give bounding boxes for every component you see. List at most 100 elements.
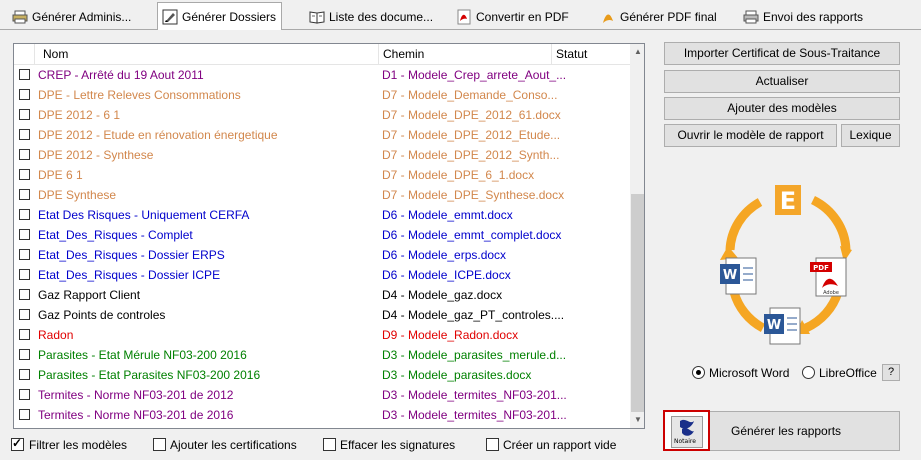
list-item[interactable]: Gaz Rapport Client D4 - Modele_gaz.docx bbox=[14, 285, 630, 305]
column-header-name[interactable]: Nom bbox=[43, 47, 68, 61]
list-item[interactable]: Termites - Norme NF03-201 de 2012 D3 - Mo… bbox=[14, 385, 630, 405]
list-item[interactable]: Parasites - Etat Parasites NF03-200 2016… bbox=[14, 365, 630, 385]
row-name: DPE 2012 - Etude en rénovation énergetiq… bbox=[38, 128, 278, 142]
lexicon-button[interactable]: Lexique bbox=[841, 124, 900, 147]
notaire-logo[interactable]: Notaire bbox=[663, 410, 710, 451]
empty-report-label[interactable]: Créer un rapport vide bbox=[503, 438, 616, 452]
row-checkbox[interactable] bbox=[19, 189, 30, 200]
row-path: D3 - Modele_parasites_merule.d... bbox=[382, 348, 567, 362]
tab-label: Envoi des rapports bbox=[763, 9, 864, 24]
list-item[interactable]: DPE - Lettre Releves Consommations D7 - M… bbox=[14, 85, 630, 105]
row-path: D6 - Modele_emmt.docx bbox=[382, 208, 513, 222]
row-name: Etat Des Risques - Uniquement CERFA bbox=[38, 208, 250, 222]
office-conversion-graphic: E W PDF Adobe W bbox=[718, 180, 858, 350]
row-checkbox[interactable] bbox=[19, 89, 30, 100]
add-certifications-checkbox[interactable] bbox=[153, 438, 166, 451]
list-item[interactable]: Radon D9 - Modele_Radon.docx bbox=[14, 325, 630, 345]
row-path: D3 - Modele_termites_NF03-201... bbox=[382, 388, 567, 402]
row-checkbox[interactable] bbox=[19, 309, 30, 320]
row-checkbox[interactable] bbox=[19, 349, 30, 360]
row-checkbox[interactable] bbox=[19, 249, 30, 260]
libreoffice-radio[interactable] bbox=[802, 366, 815, 379]
row-name: Parasites - Etat Parasites NF03-200 2016 bbox=[38, 368, 261, 382]
row-name: Gaz Rapport Client bbox=[38, 288, 141, 302]
libreoffice-label[interactable]: LibreOffice bbox=[819, 366, 877, 380]
row-checkbox[interactable] bbox=[19, 149, 30, 160]
list-item[interactable]: Parasites - Etat Mérule NF03-200 2016 D3 … bbox=[14, 345, 630, 365]
row-path: D6 - Modele_erps.docx bbox=[382, 248, 507, 262]
column-separator[interactable] bbox=[551, 44, 552, 64]
row-checkbox[interactable] bbox=[19, 329, 30, 340]
vertical-scrollbar[interactable]: ▲ ▼ bbox=[630, 44, 644, 428]
row-checkbox[interactable] bbox=[19, 109, 30, 120]
row-checkbox[interactable] bbox=[19, 69, 30, 80]
list-item[interactable]: DPE 2012 - Synthese D7 - Modele_DPE_2012_… bbox=[14, 145, 630, 165]
tab-label: Liste des docume... bbox=[329, 9, 434, 24]
pdf-document-icon: PDF Adobe bbox=[810, 257, 847, 297]
list-item[interactable]: Etat Des Risques - Uniquement CERFA D6 - … bbox=[14, 205, 630, 225]
list-item[interactable]: Termites - Norme NF03-201 de 2016 D3 - Mo… bbox=[14, 405, 630, 425]
filter-models-label[interactable]: Filtrer les modèles bbox=[29, 438, 127, 452]
list-item[interactable]: Gaz Points de controles D4 - Modele_gaz_P… bbox=[14, 305, 630, 325]
row-path: D9 - Modele_Radon.docx bbox=[382, 328, 519, 342]
list-item[interactable]: CREP - Arrêté du 19 Aout 2011 D1 - Modele… bbox=[14, 65, 630, 85]
row-name: DPE Synthese bbox=[38, 188, 117, 202]
row-checkbox[interactable] bbox=[19, 389, 30, 400]
tab-envoi-rapports[interactable]: Envoi des rapports bbox=[739, 5, 879, 28]
scroll-thumb[interactable] bbox=[631, 194, 644, 412]
row-checkbox[interactable] bbox=[19, 209, 30, 220]
add-models-button[interactable]: Ajouter des modèles bbox=[664, 97, 900, 120]
filter-models-checkbox[interactable] bbox=[11, 436, 24, 451]
tab-generer-dossiers[interactable]: Générer Dossiers bbox=[157, 2, 282, 30]
row-name: Radon bbox=[38, 328, 74, 342]
word-document-icon: W bbox=[764, 307, 801, 345]
column-separator bbox=[34, 44, 35, 64]
list-item[interactable]: DPE 2012 - 6 1 D7 - Modele_DPE_2012_61.do… bbox=[14, 105, 630, 125]
scroll-down-arrow-icon[interactable]: ▼ bbox=[630, 412, 644, 428]
row-path: D7 - Modele_Demande_Conso... bbox=[382, 88, 558, 102]
help-button[interactable]: ? bbox=[882, 364, 900, 381]
row-checkbox[interactable] bbox=[19, 269, 30, 280]
open-model-button[interactable]: Ouvrir le modèle de rapport bbox=[664, 124, 837, 147]
clear-signatures-checkbox[interactable] bbox=[323, 438, 336, 451]
row-checkbox[interactable] bbox=[19, 409, 30, 420]
pdf-final-icon bbox=[600, 9, 616, 25]
empty-report-checkbox[interactable] bbox=[486, 438, 499, 451]
column-separator[interactable] bbox=[378, 44, 379, 64]
refresh-button[interactable]: Actualiser bbox=[664, 70, 900, 93]
list-item[interactable]: DPE 6 1 D7 - Modele_DPE_6_1.docx bbox=[14, 165, 630, 185]
tab-label: Générer Dossiers bbox=[182, 9, 277, 24]
list-item[interactable]: Etat_Des_Risques - Dossier ERPS D6 - Mode… bbox=[14, 245, 630, 265]
clear-signatures-label[interactable]: Effacer les signatures bbox=[340, 438, 455, 452]
row-path: D6 - Modele_emmt_complet.docx bbox=[382, 228, 562, 242]
scroll-up-arrow-icon[interactable]: ▲ bbox=[630, 44, 644, 60]
microsoft-word-radio[interactable] bbox=[692, 366, 705, 379]
row-checkbox[interactable] bbox=[19, 229, 30, 240]
tab-liste-documents[interactable]: Liste des docume... bbox=[305, 5, 450, 28]
row-name: Gaz Points de controles bbox=[38, 308, 166, 322]
list-item[interactable]: Etat_Des_Risques - Dossier ICPE D6 - Mode… bbox=[14, 265, 630, 285]
column-header-path[interactable]: Chemin bbox=[383, 47, 424, 61]
svg-text:W: W bbox=[767, 318, 781, 333]
column-header-status[interactable]: Statut bbox=[556, 47, 587, 61]
list-item[interactable]: DPE 2012 - Etude en rénovation énergetiq… bbox=[14, 125, 630, 145]
row-name: Etat_Des_Risques - Complet bbox=[38, 228, 193, 242]
template-list[interactable]: Nom Chemin Statut CREP - Arrêté du 19 Ao… bbox=[13, 43, 645, 429]
row-checkbox[interactable] bbox=[19, 369, 30, 380]
tab-generer-admin[interactable]: Générer Adminis... bbox=[8, 5, 156, 28]
tab-generer-pdf-final[interactable]: Générer PDF final bbox=[596, 5, 736, 28]
row-path: D7 - Modele_DPE_2012_Synth... bbox=[382, 148, 560, 162]
row-checkbox[interactable] bbox=[19, 129, 30, 140]
list-item[interactable]: Etat_Des_Risques - Complet D6 - Modele_em… bbox=[14, 225, 630, 245]
row-path: D7 - Modele_DPE_Synthese.docx bbox=[382, 188, 565, 202]
add-certifications-label[interactable]: Ajouter les certifications bbox=[170, 438, 297, 452]
microsoft-word-label[interactable]: Microsoft Word bbox=[709, 366, 789, 380]
tab-convertir-pdf[interactable]: Convertir en PDF bbox=[452, 5, 592, 28]
notaire-badge: Notaire bbox=[671, 416, 703, 448]
row-path: D6 - Modele_ICPE.docx bbox=[382, 268, 511, 282]
row-checkbox[interactable] bbox=[19, 289, 30, 300]
row-checkbox[interactable] bbox=[19, 169, 30, 180]
svg-text:PDF: PDF bbox=[813, 264, 829, 272]
list-item[interactable]: DPE Synthese D7 - Modele_DPE_Synthese.doc… bbox=[14, 185, 630, 205]
import-certificate-button[interactable]: Importer Certificat de Sous-Traitance bbox=[664, 42, 900, 65]
